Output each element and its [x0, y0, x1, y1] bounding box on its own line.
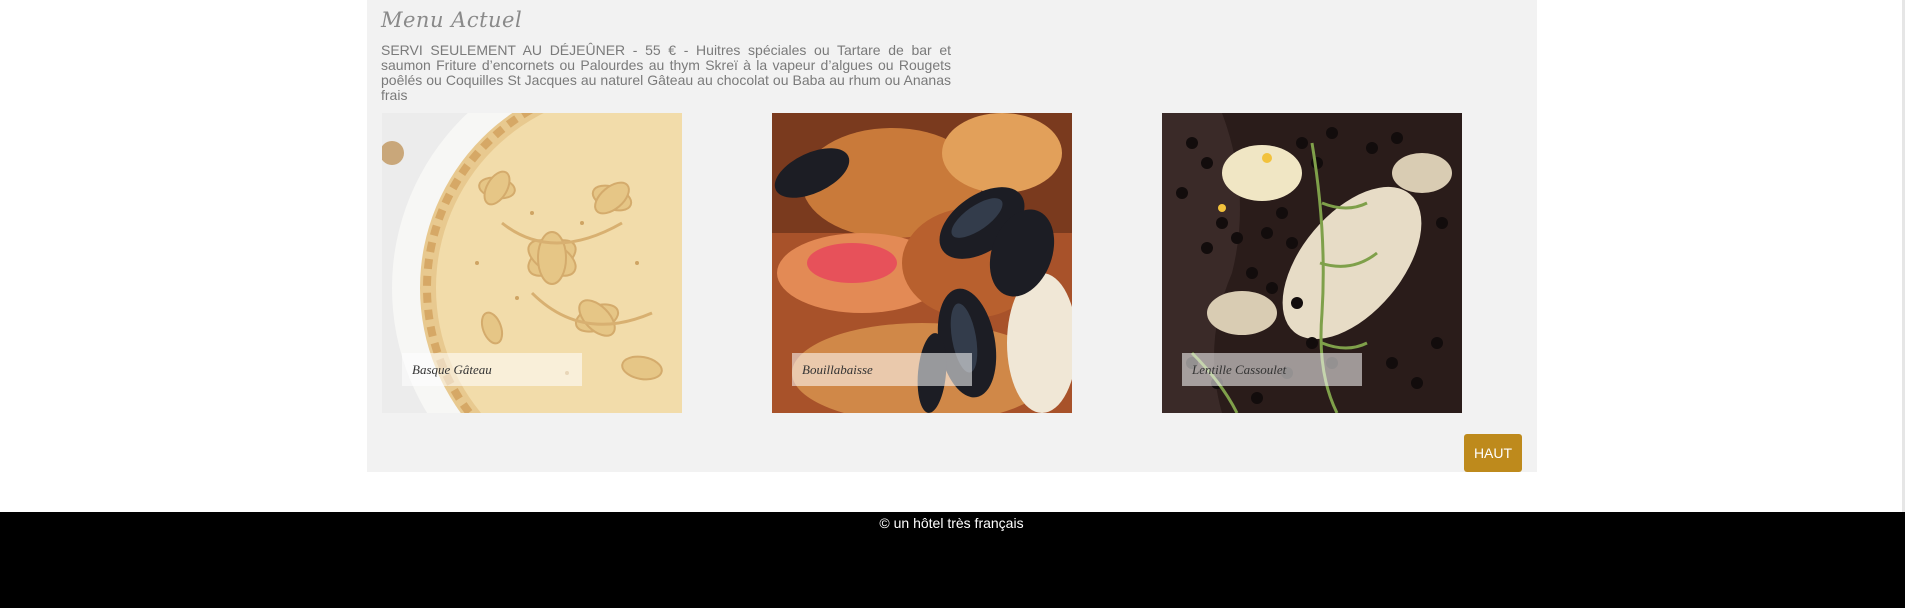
back-to-top-button[interactable]: HAUT [1464, 434, 1522, 472]
dish-card-lentille-cassoulet[interactable]: Lentille Cassoulet [1162, 113, 1462, 413]
menu-description: SERVI SEULEMENT AU DÉJEÛNER - 55 € - Hui… [381, 42, 951, 103]
copyright-text: © un hôtel très français [879, 515, 1024, 531]
footer: © un hôtel très français [0, 512, 1905, 608]
dish-card-basque-gateau[interactable]: Basque Gâteau [382, 113, 682, 413]
dish-label: Basque Gâteau [402, 353, 582, 386]
menu-section: Menu Actuel SERVI SEULEMENT AU DÉJEÛNER … [367, 0, 1537, 472]
dish-label: Lentille Cassoulet [1182, 353, 1362, 386]
dish-label: Bouillabaisse [792, 353, 972, 386]
dish-card-bouillabaisse[interactable]: Bouillabaisse [772, 113, 1072, 413]
menu-title: Menu Actuel [381, 8, 523, 32]
